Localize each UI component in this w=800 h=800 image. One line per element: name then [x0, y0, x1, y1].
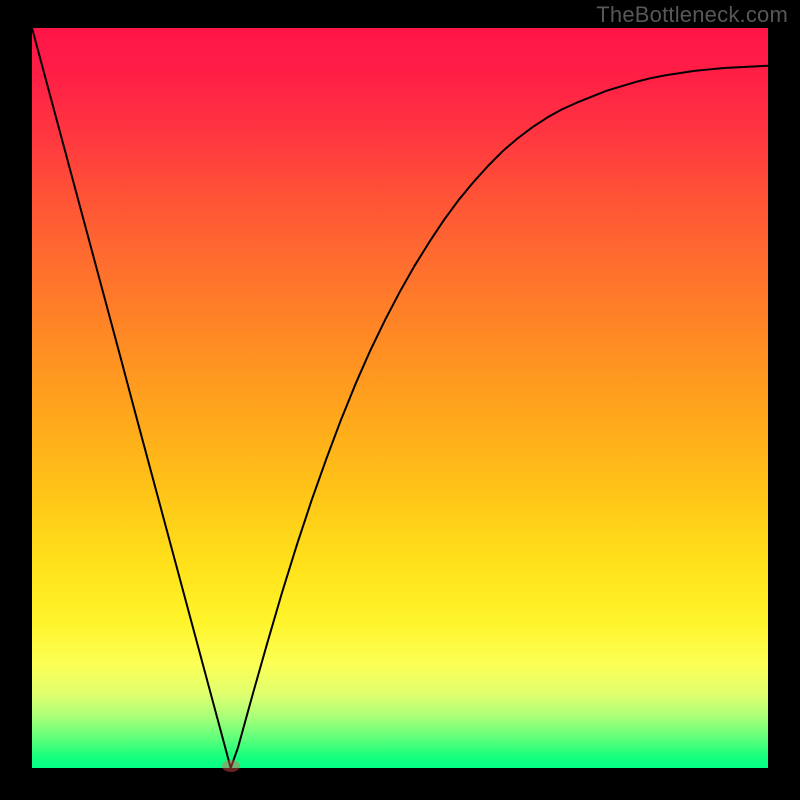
watermark-text: TheBottleneck.com: [596, 2, 788, 28]
plot-area: [32, 28, 768, 768]
bottleneck-curve: [32, 28, 768, 768]
chart-container: TheBottleneck.com: [0, 0, 800, 800]
